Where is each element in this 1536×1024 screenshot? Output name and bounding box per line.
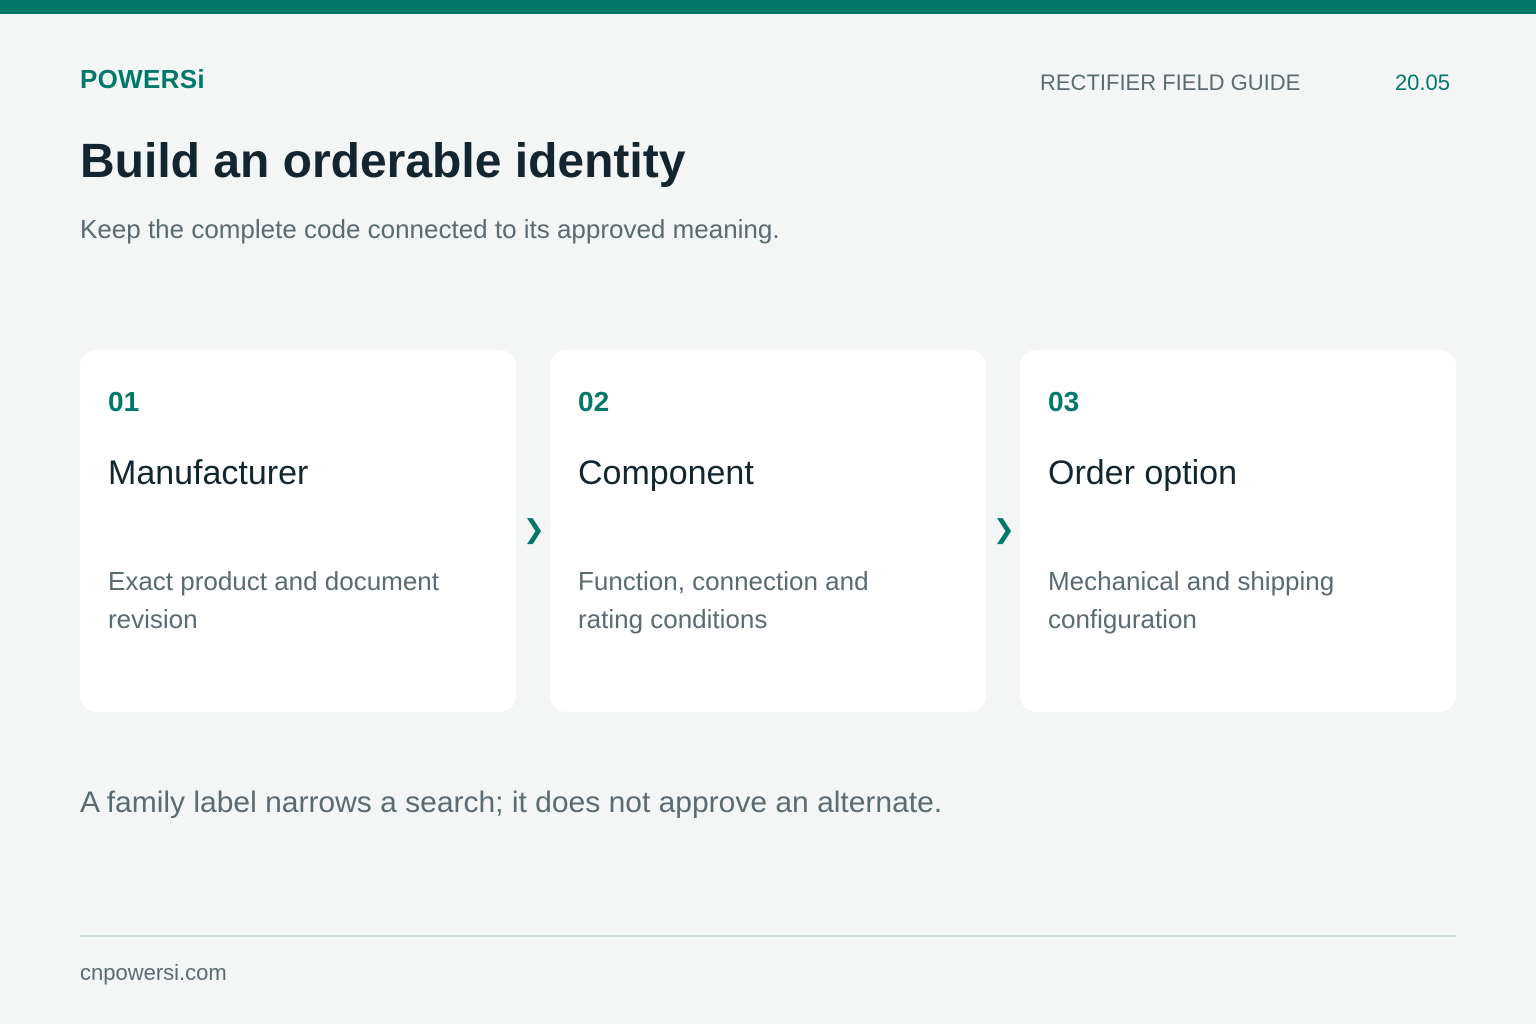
chevron-right-icon: ❯	[523, 514, 545, 544]
footnote-statement: A family label narrows a search; it does…	[80, 786, 943, 819]
step-card-manufacturer: 01 Manufacturer Exact product and docume…	[80, 350, 516, 712]
step-number: 01	[108, 386, 140, 417]
step-heading: Order option	[1048, 454, 1237, 492]
footer-divider	[80, 935, 1456, 937]
step-heading: Component	[578, 454, 754, 492]
brand-logo: POWERSi	[80, 64, 205, 94]
step-card-order-option: 03 Order option Mechanical and shipping …	[1020, 350, 1456, 712]
step-number: 02	[578, 386, 610, 417]
step-description: Mechanical and shipping configuration	[1048, 566, 1335, 634]
guide-name: RECTIFIER FIELD GUIDE	[1040, 70, 1301, 95]
step-description: Function, connection and rating conditio…	[578, 566, 869, 634]
top-accent-bar	[0, 0, 1536, 14]
page-title: Build an orderable identity	[80, 135, 686, 188]
step-card-component: 02 Component Function, connection and ra…	[550, 350, 986, 712]
page-subtitle: Keep the complete code connected to its …	[80, 214, 780, 244]
chevron-right-icon: ❯	[993, 514, 1015, 544]
page-number: 20.05	[1394, 70, 1450, 95]
step-number: 03	[1048, 386, 1080, 417]
step-heading: Manufacturer	[108, 454, 309, 492]
footer-website: cnpowersi.com	[80, 960, 227, 985]
step-description: Exact product and document revision	[108, 566, 439, 634]
